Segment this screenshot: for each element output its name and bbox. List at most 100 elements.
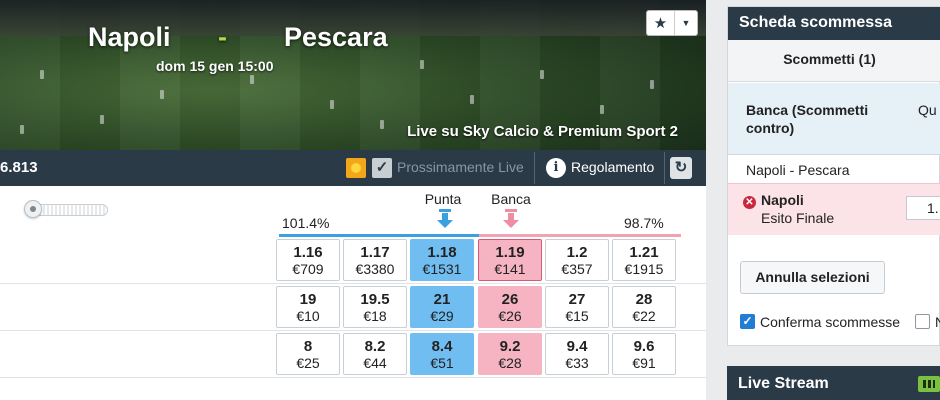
odds-available-amount: €1531 xyxy=(422,261,462,277)
odds-available-amount: €3380 xyxy=(355,261,395,277)
lay-odds-cell[interactable]: 27 €15 xyxy=(545,286,609,328)
back-odds-cell[interactable]: 19.5 €18 xyxy=(343,286,407,328)
odds-price: 1.18 xyxy=(427,244,457,261)
odds-available-amount: €22 xyxy=(632,308,656,324)
view-slider-handle[interactable] xyxy=(24,200,42,218)
teams-separator: - xyxy=(218,22,227,52)
lay-odds-cell[interactable]: 28 €22 xyxy=(612,286,676,328)
odds-price: 1.17 xyxy=(360,244,390,261)
info-icon[interactable]: i xyxy=(546,158,566,178)
back-accent-line xyxy=(279,234,479,237)
selection-name: Napoli xyxy=(761,192,804,208)
toolbar-divider xyxy=(664,152,665,184)
back-odds-cell[interactable]: 21 €29 xyxy=(410,286,474,328)
matched-amount: 6.813 xyxy=(0,159,38,176)
back-odds-cell[interactable]: 1.18 €1531 xyxy=(410,239,474,281)
checkbox-icon[interactable]: ✓ xyxy=(740,314,755,329)
match-date: dom 15 gen 15:00 xyxy=(156,58,274,74)
bet-event-name: Napoli - Pescara xyxy=(746,162,850,178)
back-odds-cell[interactable]: 8 €25 xyxy=(276,333,340,375)
odds-price: 9.6 xyxy=(633,338,655,355)
back-column-header: Punta xyxy=(424,191,462,207)
odds-available-amount: €10 xyxy=(296,308,320,324)
odds-price: 8 xyxy=(303,338,313,355)
tab-bets[interactable]: Scommetti (1) xyxy=(728,40,940,82)
odds-column-header: Qu scomm xyxy=(918,102,940,118)
toolbar-divider xyxy=(534,152,535,184)
odds-price: 1.21 xyxy=(629,244,659,261)
odds-available-amount: €18 xyxy=(363,308,387,324)
back-odds-cell[interactable]: 8.4 €51 xyxy=(410,333,474,375)
favorite-button[interactable]: ★ ▼ xyxy=(646,10,698,36)
odds-available-amount: €1915 xyxy=(624,261,664,277)
odds-input[interactable]: 1. xyxy=(906,196,940,220)
odds-price: 1.19 xyxy=(495,244,525,261)
away-team-name: Pescara xyxy=(284,22,388,52)
odds-available-amount: €25 xyxy=(296,355,320,371)
odds-price: 19.5 xyxy=(360,291,390,308)
odds-available-amount: €141 xyxy=(494,261,526,277)
refresh-icon[interactable]: ↻ xyxy=(670,157,692,179)
confirm-bets-label[interactable]: Conferma scommesse xyxy=(760,314,900,330)
close-icon[interactable]: ✕ xyxy=(743,196,756,209)
arrow-down-icon xyxy=(503,209,519,228)
odds-available-amount: €44 xyxy=(363,355,387,371)
star-icon[interactable]: ★ xyxy=(647,11,675,35)
lay-column-header: Banca xyxy=(491,191,531,207)
bet-slip-title: Scheda scommessa xyxy=(728,7,940,40)
runner-divider xyxy=(0,283,706,284)
odds-price: 9.4 xyxy=(566,338,588,355)
back-odds-cell[interactable]: 19 €10 xyxy=(276,286,340,328)
odds-available-amount: €26 xyxy=(498,308,522,324)
runner-divider xyxy=(0,377,706,378)
back-overround: 101.4% xyxy=(282,215,330,231)
live-icon xyxy=(346,158,366,178)
odds-price: 1.2 xyxy=(566,244,588,261)
back-odds-cell[interactable]: 1.17 €3380 xyxy=(343,239,407,281)
lay-section-header: Banca (Scommetti contro) Qu scomm xyxy=(728,83,940,155)
odds-price: 19 xyxy=(299,291,317,308)
lay-overround: 98.7% xyxy=(624,215,664,231)
odds-available-amount: €33 xyxy=(565,355,589,371)
lay-odds-cell[interactable]: 1.2 €357 xyxy=(545,239,609,281)
odds-price: 8.4 xyxy=(431,338,453,355)
odds-price: 27 xyxy=(568,291,586,308)
lay-odds-cell[interactable]: 9.6 €91 xyxy=(612,333,676,375)
odds-available-amount: €28 xyxy=(498,355,522,371)
chevron-down-icon[interactable]: ▼ xyxy=(675,11,697,35)
odds-price: 1.16 xyxy=(293,244,323,261)
lay-odds-cell[interactable]: 1.21 €1915 xyxy=(612,239,676,281)
odds-available-amount: €709 xyxy=(292,261,324,277)
lay-odds-cell[interactable]: 9.4 €33 xyxy=(545,333,609,375)
other-option-label[interactable]: N xyxy=(935,314,940,330)
broadcast-info: Live su Sky Calcio & Premium Sport 2 xyxy=(407,123,678,140)
bet-selection-row: ✕ Napoli Esito Finale 1. xyxy=(728,183,940,235)
back-odds-cell[interactable]: 1.16 €709 xyxy=(276,239,340,281)
odds-price: 21 xyxy=(433,291,451,308)
odds-available-amount: €91 xyxy=(632,355,656,371)
check-icon: ✓ xyxy=(372,158,392,178)
odds-available-amount: €29 xyxy=(430,308,454,324)
lay-section-title: Banca (Scommetti contro) xyxy=(746,102,869,136)
selection-market: Esito Finale xyxy=(761,210,835,226)
runner-divider xyxy=(0,330,706,331)
odds-price: 28 xyxy=(635,291,653,308)
lay-odds-cell[interactable]: 1.19 €141 xyxy=(478,239,542,281)
page: Napoli - Pescara dom 15 gen 15:00 Live s… xyxy=(0,0,940,400)
odds-available-amount: €357 xyxy=(561,261,593,277)
event-hero-banner: Napoli - Pescara dom 15 gen 15:00 Live s… xyxy=(0,0,706,150)
arrow-down-icon xyxy=(437,209,453,228)
lay-odds-cell[interactable]: 26 €26 xyxy=(478,286,542,328)
odds-price: 9.2 xyxy=(499,338,521,355)
bet-slip-panel: Scheda scommessa Scommetti (1) Banca (Sc… xyxy=(727,6,940,346)
checkbox-icon[interactable] xyxy=(915,314,930,329)
odds-price: 8.2 xyxy=(364,338,386,355)
rules-link[interactable]: Regolamento xyxy=(571,159,654,175)
live-stream-header[interactable]: Live Stream xyxy=(727,366,940,400)
home-team-name: Napoli xyxy=(88,22,171,52)
back-odds-cell[interactable]: 8.2 €44 xyxy=(343,333,407,375)
cancel-selections-button[interactable]: Annulla selezioni xyxy=(740,261,885,294)
lay-odds-cell[interactable]: 9.2 €28 xyxy=(478,333,542,375)
coming-soon-live-label: Prossimamente Live xyxy=(397,159,524,175)
odds-price: 26 xyxy=(501,291,519,308)
